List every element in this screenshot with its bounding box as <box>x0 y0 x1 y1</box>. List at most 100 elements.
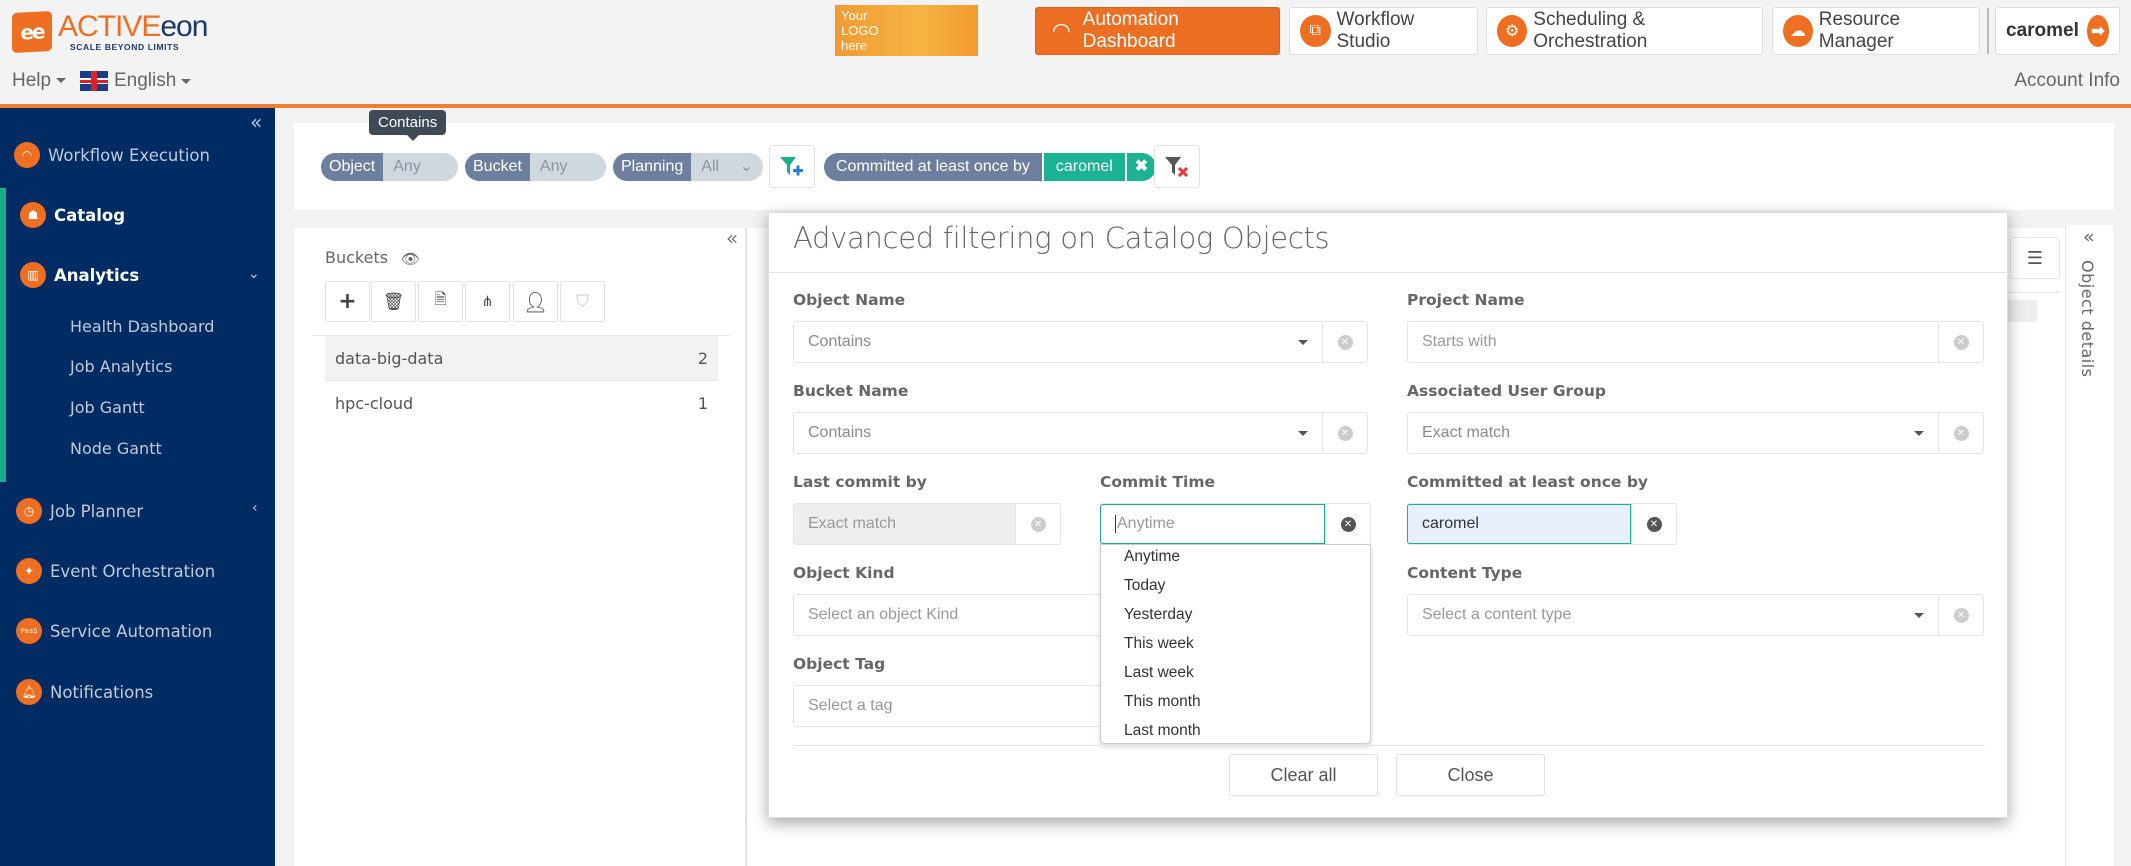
nav-resource-manager[interactable]: ☁ Resource Manager <box>1772 7 1980 55</box>
collapse-buckets-icon[interactable]: « <box>726 226 738 250</box>
custom-logo-line: here <box>841 38 868 53</box>
nav-automation-dashboard[interactable]: ◠ Automation Dashboard <box>1035 7 1280 55</box>
sidebar-item-event-orchestration[interactable]: ✦ Event Orchestration <box>16 558 215 584</box>
user-group-operator-select[interactable]: Exact match ✕ <box>1407 412 1984 454</box>
add-filter-button[interactable] <box>769 145 815 188</box>
filter-select[interactable]: All ⌄ <box>691 153 763 181</box>
chevron-down-icon[interactable]: ⌄ <box>248 266 260 282</box>
sidebar-collapse-icon[interactable]: « <box>250 110 262 134</box>
pulse-icon: ✦ <box>16 558 42 584</box>
sidebar-item-notifications[interactable]: 🔔︎ Notifications <box>16 679 153 705</box>
object-row[interactable] <box>2007 300 2037 322</box>
bucket-permissions-button[interactable]: 👤︎ <box>513 281 558 322</box>
logo-suffix: eon <box>160 10 208 43</box>
sidebar-item-job-planner[interactable]: ◷ Job Planner <box>16 498 143 524</box>
logo-mark-icon: ee <box>12 10 52 54</box>
sidebar-subitem-job-gantt[interactable]: Job Gantt <box>70 398 145 417</box>
last-commit-by-input[interactable]: Exact match ✕ <box>793 503 1061 545</box>
dropdown-option[interactable]: Anytime <box>1124 548 1180 566</box>
filter-pill-planning[interactable]: Planning All ⌄ <box>613 153 763 181</box>
custom-logo-line: LOGO <box>841 23 879 38</box>
export-pdf-button[interactable]: 🗎 <box>418 281 463 322</box>
clear-all-button[interactable]: Clear all <box>1229 754 1378 796</box>
clear-field-button[interactable]: ✕ <box>1938 413 1983 453</box>
dropdown-option[interactable]: This week <box>1124 635 1194 653</box>
clear-icon: ✕ <box>1953 334 1969 350</box>
sidebar-item-label: Notifications <box>50 682 154 702</box>
add-bucket-button[interactable]: + <box>325 281 370 322</box>
sidebar-item-catalog[interactable]: ☗ Catalog <box>20 202 125 228</box>
object-details-label[interactable]: Object details <box>2078 260 2097 378</box>
account-info-link[interactable]: Account Info <box>2014 70 2120 92</box>
clear-field-button[interactable]: ✕ <box>1631 504 1676 544</box>
field-label: Commit Time <box>1100 473 1215 491</box>
list-view-button[interactable]: ☰ <box>2010 237 2060 279</box>
caret-down-icon <box>1914 612 1924 618</box>
sidebar-subitem-job-analytics[interactable]: Job Analytics <box>70 357 172 376</box>
filter-bar: Object Any Bucket Any Planning All ⌄ Committ… <box>294 123 2114 210</box>
dropdown-option[interactable]: This month <box>1124 693 1201 711</box>
clear-filters-button[interactable] <box>1154 145 1200 188</box>
filter-key: Object <box>321 153 384 181</box>
custom-logo-line: Your <box>841 8 868 23</box>
clear-field-button[interactable]: ✕ <box>1938 322 1983 362</box>
clear-field-button[interactable]: ✕ <box>1322 413 1367 453</box>
commit-time-input[interactable]: Anytime ✕ <box>1100 503 1371 545</box>
bucket-row[interactable]: hpc-cloud 1 <box>325 381 718 426</box>
gauge-icon: ◠ <box>14 142 40 168</box>
remove-filter-icon[interactable]: ✖ <box>1124 153 1157 181</box>
delete-bucket-button[interactable]: 🗑︎ <box>371 281 416 322</box>
nav-scheduling-orchestration[interactable]: ⚙ Scheduling & Orchestration <box>1486 7 1763 55</box>
dropdown-option[interactable]: Last week <box>1124 664 1194 682</box>
clear-field-button[interactable]: ✕ <box>1322 322 1367 362</box>
sidebar-item-analytics[interactable]: ▥ Analytics <box>20 262 139 288</box>
close-button[interactable]: Close <box>1396 754 1545 796</box>
bucket-count: 1 <box>697 394 708 413</box>
tooltip: Contains <box>369 110 447 141</box>
sidebar-item-service-automation[interactable]: PaaS Service Automation <box>16 618 212 644</box>
dropdown-option[interactable]: Today <box>1124 577 1165 595</box>
select-value: Contains <box>808 424 872 441</box>
project-name-input[interactable]: Starts with ✕ <box>1407 321 1984 363</box>
clear-field-button[interactable]: ✕ <box>1325 504 1370 544</box>
filter-value[interactable]: Any <box>383 153 458 181</box>
clear-field-button[interactable]: ✕ <box>1938 595 1983 635</box>
chevron-left-icon[interactable]: ‹ <box>252 500 258 516</box>
committed-once-by-input[interactable]: caromel ✕ <box>1407 503 1677 545</box>
language-menu[interactable]: English <box>80 70 192 92</box>
clear-icon: ✕ <box>1646 516 1662 532</box>
help-menu[interactable]: Help <box>12 70 67 92</box>
plus-icon: + <box>338 289 357 314</box>
content-type-select[interactable]: Select a content type ✕ <box>1407 594 1984 636</box>
filter-pill-object[interactable]: Object Any <box>321 153 458 181</box>
advanced-filter-modal: Advanced filtering on Catalog Objects Ob… <box>768 212 2008 818</box>
nav-label: Workflow Studio <box>1336 9 1415 52</box>
bucket-row[interactable]: data-big-data 2 <box>325 336 718 381</box>
filter-value[interactable]: Any <box>529 153 606 181</box>
analytics-icon: ▥ <box>20 262 46 288</box>
username: caromel <box>2006 20 2079 41</box>
sidebar-item-workflow-execution[interactable]: ◠ Workflow Execution <box>14 142 210 168</box>
bucket-name: data-big-data <box>335 348 444 368</box>
user-logout-button[interactable]: caromel ➡ <box>1995 7 2120 55</box>
sidebar-subitem-health-dashboard[interactable]: Health Dashboard <box>70 317 214 336</box>
list-icon: ☰ <box>2026 247 2044 269</box>
active-filter-committed-by[interactable]: Committed at least once by caromel ✖ <box>824 153 1157 181</box>
bucket-name-operator-select[interactable]: Contains ✕ <box>793 412 1368 454</box>
filter-key: Committed at least once by <box>824 153 1042 181</box>
expand-details-icon[interactable]: « <box>2083 226 2095 248</box>
object-name-operator-select[interactable]: Contains ✕ <box>793 321 1368 363</box>
share-bucket-button[interactable]: ⋔ <box>465 281 510 322</box>
dropdown-option[interactable]: Yesterday <box>1124 606 1192 624</box>
uk-flag-icon <box>80 71 108 91</box>
sidebar-subitem-node-gantt[interactable]: Node Gantt <box>70 439 162 458</box>
dropdown-option[interactable]: Last month <box>1124 722 1201 740</box>
nav-label: Resource Manager <box>1818 9 1901 52</box>
sidebar-item-label: Service Automation <box>50 621 213 641</box>
filter-pill-bucket[interactable]: Bucket Any <box>465 153 606 181</box>
eye-icon[interactable]: 👁︎ <box>401 250 420 268</box>
activeeon-logo[interactable]: ee ACTIVEeon SCALE BEYOND LIMITS <box>12 10 208 54</box>
nav-workflow-studio[interactable]: ⧉ Workflow Studio <box>1289 7 1478 55</box>
bucket-protection-button[interactable]: ⛉ <box>560 281 605 322</box>
clear-field-button[interactable]: ✕ <box>1015 504 1060 544</box>
